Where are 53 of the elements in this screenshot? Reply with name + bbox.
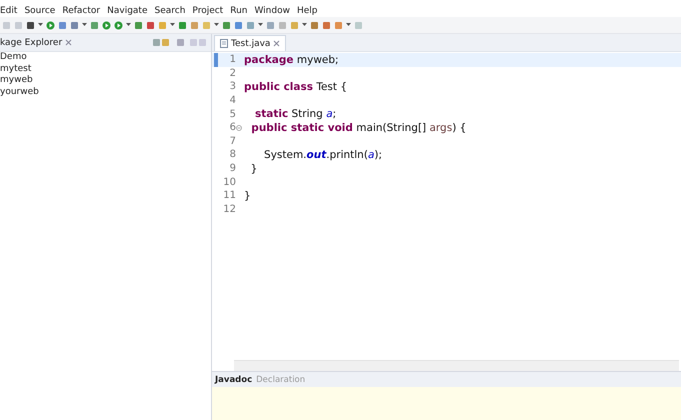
menu-item[interactable]: Search bbox=[154, 6, 186, 16]
menu-item[interactable]: Edit bbox=[0, 6, 18, 16]
close-icon[interactable] bbox=[273, 40, 280, 47]
menu-item[interactable]: Help bbox=[296, 6, 318, 16]
caret-icon[interactable] bbox=[258, 23, 263, 27]
tree-item[interactable]: mytest bbox=[0, 64, 211, 75]
menu-item[interactable]: Project bbox=[192, 6, 224, 16]
line-number: 1 bbox=[228, 54, 236, 66]
menu-item[interactable]: Refactor bbox=[62, 6, 100, 16]
line-number: 9 bbox=[228, 163, 236, 174]
tree-item[interactable]: myweb bbox=[0, 75, 211, 86]
tree-item[interactable]: Demo bbox=[0, 52, 211, 64]
menu-item[interactable]: Navigate bbox=[107, 6, 148, 16]
square-icon[interactable] bbox=[146, 20, 155, 30]
menu-item[interactable]: Run bbox=[230, 6, 248, 16]
code-line: } bbox=[250, 162, 258, 175]
play-icon[interactable] bbox=[114, 20, 123, 30]
code-line: public static void main(String[] args) { bbox=[250, 122, 466, 134]
editor-tab[interactable]: Test.java bbox=[214, 35, 286, 51]
caret-icon[interactable] bbox=[214, 23, 219, 27]
square-icon[interactable] bbox=[26, 20, 35, 30]
code-line: static String a; bbox=[254, 108, 336, 120]
tree-item[interactable]: yourweb bbox=[0, 86, 211, 98]
line-number: 3 bbox=[228, 81, 236, 92]
line-number: 8 bbox=[228, 149, 236, 160]
code-line: } bbox=[243, 190, 251, 202]
fold-icon[interactable] bbox=[236, 124, 242, 131]
close-icon[interactable] bbox=[65, 39, 72, 46]
play-icon[interactable] bbox=[102, 20, 111, 30]
play-icon[interactable] bbox=[46, 20, 55, 30]
code-line: package myweb; bbox=[243, 54, 339, 66]
panel-tab[interactable]: Javadoc bbox=[215, 374, 252, 384]
line-number: 11 bbox=[222, 190, 236, 202]
caret-icon[interactable] bbox=[346, 23, 351, 27]
file-icon bbox=[220, 39, 228, 48]
code-line: System.out.println(a); bbox=[263, 148, 382, 161]
caret-icon[interactable] bbox=[82, 23, 87, 27]
caret-icon[interactable] bbox=[38, 23, 43, 27]
line-number: 2 bbox=[228, 68, 236, 79]
line-number: 12 bbox=[222, 204, 236, 215]
horizontal-scrollbar[interactable] bbox=[234, 360, 679, 371]
menu-item[interactable]: Window bbox=[254, 6, 290, 16]
panel-tab[interactable]: kage Explorer bbox=[0, 38, 66, 48]
line-number: 10 bbox=[222, 176, 236, 188]
caret-icon[interactable] bbox=[170, 23, 175, 27]
line-number: 4 bbox=[228, 95, 236, 106]
code-line: public class Test { bbox=[243, 80, 348, 93]
menu-item[interactable]: Source bbox=[24, 6, 56, 16]
line-number: 6 bbox=[228, 122, 236, 134]
line-number: 7 bbox=[228, 136, 236, 147]
caret-icon[interactable] bbox=[126, 23, 131, 27]
line-number: 5 bbox=[228, 108, 236, 120]
caret-icon[interactable] bbox=[302, 23, 307, 27]
